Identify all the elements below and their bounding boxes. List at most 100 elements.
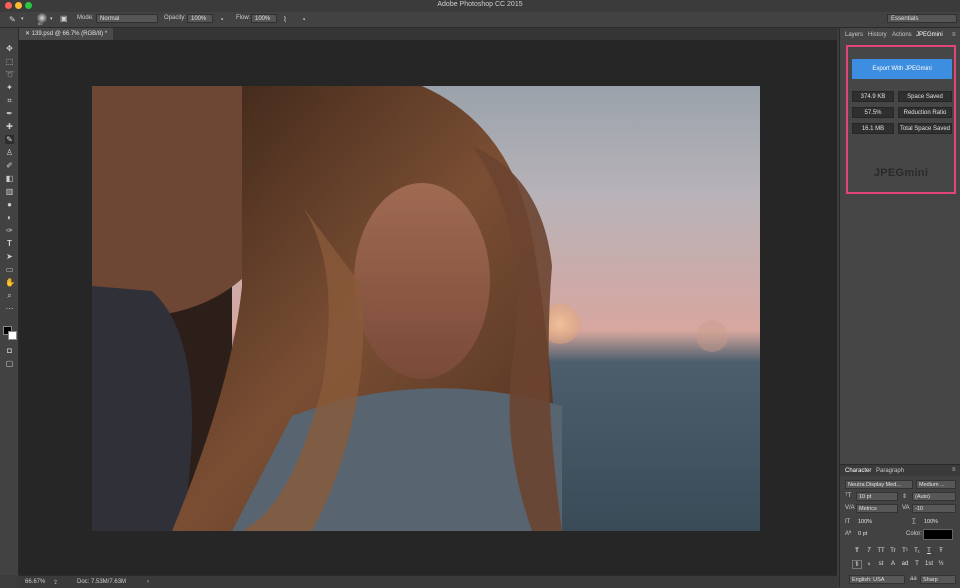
- ligatures-button[interactable]: fi: [852, 560, 862, 569]
- tab-character[interactable]: Character: [845, 468, 871, 474]
- faux-italic-button[interactable]: T: [864, 547, 874, 556]
- font-style-select[interactable]: Medium ...: [916, 480, 956, 489]
- move-tool-icon[interactable]: ✥: [5, 44, 14, 53]
- zoom-level[interactable]: 66.67%: [25, 579, 45, 585]
- kerning-icon: V/A: [845, 505, 855, 511]
- options-bar: ✎ ▾ 60 ▾ ▣ Mode: Normal Opacity: 100% ◔ …: [0, 12, 960, 28]
- hand-tool-icon[interactable]: ✋: [5, 278, 15, 287]
- pressure-size-icon[interactable]: ◔: [301, 15, 306, 24]
- leading-icon: ⇕: [902, 494, 908, 500]
- document-tab-bar: ✕ 139.psd @ 66.7% (RGB/8) *: [19, 28, 837, 40]
- window-title: Adobe Photoshop CC 2015: [437, 1, 523, 8]
- opacity-field[interactable]: 100%: [187, 14, 213, 23]
- status-menu-arrow-icon[interactable]: ›: [147, 579, 149, 585]
- horizontal-scale-value: 100%: [924, 519, 939, 525]
- path-selection-tool-icon[interactable]: ➤: [5, 252, 14, 261]
- all-caps-button[interactable]: TT: [876, 547, 886, 556]
- clone-stamp-tool-icon[interactable]: ♙: [5, 148, 14, 157]
- kerning-field[interactable]: Metrics: [856, 504, 898, 513]
- jpegmini-logo: JPEGmini: [873, 167, 929, 179]
- airbrush-icon[interactable]: ⌇: [283, 15, 287, 24]
- workspace-value: Essentials: [891, 16, 919, 22]
- contextual-alternates-button[interactable]: ℴ: [864, 560, 874, 569]
- dodge-tool-icon[interactable]: ◐: [5, 213, 14, 222]
- tool-preset-dropdown-icon[interactable]: ▾: [21, 15, 24, 24]
- underline-button[interactable]: T: [924, 547, 934, 556]
- lasso-tool-icon[interactable]: ➰: [5, 70, 15, 79]
- leading-field[interactable]: (Auto): [912, 492, 956, 501]
- language-select[interactable]: English: USA: [849, 575, 905, 584]
- brush-tool-icon-active[interactable]: ✎: [5, 135, 14, 144]
- brush-preset-dropdown-icon[interactable]: ▾: [50, 15, 53, 24]
- tab-history[interactable]: History: [868, 32, 887, 38]
- text-color-swatch[interactable]: [923, 529, 953, 540]
- right-panel: Layers History Actions JPEGmini ≡ Export…: [839, 28, 960, 588]
- panel-menu-icon[interactable]: ≡: [952, 32, 956, 38]
- screen-mode-icon[interactable]: ▢: [5, 359, 14, 368]
- subscript-button[interactable]: T₁: [912, 547, 922, 556]
- workspace-select[interactable]: Essentials: [887, 14, 957, 23]
- font-family-select[interactable]: Neutra Display Med...: [845, 480, 913, 489]
- type-tool-icon[interactable]: T: [5, 239, 14, 248]
- pressure-opacity-icon[interactable]: ◔: [219, 15, 224, 24]
- flow-field[interactable]: 100%: [251, 14, 277, 23]
- stylistic-alternates-button[interactable]: ad: [900, 560, 910, 569]
- tab-actions[interactable]: Actions: [892, 32, 912, 38]
- blur-tool-icon[interactable]: ●: [5, 200, 14, 209]
- tracking-icon: VA: [902, 505, 910, 511]
- healing-brush-tool-icon[interactable]: ✚: [5, 122, 14, 131]
- font-family-value: Neutra Display Med...: [848, 482, 901, 488]
- eyedropper-tool-icon[interactable]: ✒: [5, 109, 14, 118]
- history-brush-tool-icon[interactable]: ✐: [5, 161, 14, 170]
- language-value: English: USA: [852, 577, 885, 583]
- eraser-tool-icon[interactable]: ◧: [5, 174, 14, 183]
- swash-button[interactable]: A: [888, 560, 898, 569]
- horizontal-scale-field[interactable]: 100%: [922, 518, 956, 527]
- small-caps-button[interactable]: Tr: [888, 547, 898, 556]
- share-icon[interactable]: ⇪: [53, 579, 58, 586]
- tab-layers[interactable]: Layers: [845, 32, 863, 38]
- reduction-ratio-label: Reduction Ratio: [898, 107, 952, 118]
- marquee-tool-icon[interactable]: ⬚: [5, 57, 14, 66]
- document-tab[interactable]: ✕ 139.psd @ 66.7% (RGB/8) *: [19, 28, 114, 40]
- rectangle-tool-icon[interactable]: ▭: [5, 265, 14, 274]
- gradient-tool-icon[interactable]: ▥: [5, 187, 14, 196]
- pen-tool-icon[interactable]: ✑: [5, 226, 14, 235]
- strikethrough-button[interactable]: Ŧ: [936, 547, 946, 556]
- close-tab-icon[interactable]: ✕: [25, 31, 32, 37]
- superscript-button[interactable]: T¹: [900, 547, 910, 556]
- quick-selection-tool-icon[interactable]: ✦: [5, 83, 14, 92]
- brush-tool-icon[interactable]: ✎: [9, 15, 16, 24]
- fractions-button[interactable]: ½: [936, 560, 946, 569]
- font-size-field[interactable]: 10 pt: [856, 492, 898, 501]
- tracking-field[interactable]: -10: [912, 504, 956, 513]
- tab-jpegmini[interactable]: JPEGmini: [916, 32, 943, 38]
- type-style-buttons: T T TT Tr T¹ T₁ T Ŧ: [852, 547, 960, 556]
- tab-paragraph[interactable]: Paragraph: [876, 468, 904, 474]
- document-tab-label: 139.psd @ 66.7% (RGB/8) *: [31, 31, 108, 37]
- ordinals-button[interactable]: 1st: [924, 560, 934, 569]
- font-size-value: 10 pt: [859, 494, 872, 500]
- baseline-shift-value: 0 pt: [858, 531, 868, 537]
- crop-tool-icon[interactable]: ⌗: [5, 96, 14, 105]
- export-with-jpegmini-button[interactable]: Export With JPEGmini: [852, 59, 952, 79]
- zoom-tool-icon[interactable]: ⌕: [5, 291, 14, 300]
- background-color-swatch[interactable]: [8, 331, 17, 340]
- character-panel-menu-icon[interactable]: ≡: [952, 467, 956, 473]
- character-panel: Character Paragraph ≡ Neutra Display Med…: [840, 464, 960, 588]
- discretionary-ligatures-button[interactable]: st: [876, 560, 886, 569]
- faux-bold-button[interactable]: T: [852, 547, 862, 556]
- antialias-select[interactable]: Sharp: [920, 575, 956, 584]
- leading-value: (Auto): [915, 494, 930, 500]
- antialias-value: Sharp: [923, 577, 938, 583]
- vertical-scale-field[interactable]: 100%: [856, 518, 898, 527]
- baseline-shift-icon: Aª: [845, 531, 852, 537]
- baseline-shift-field[interactable]: 0 pt: [856, 530, 898, 539]
- quick-mask-icon[interactable]: ◘: [5, 346, 14, 355]
- brush-panel-toggle-icon[interactable]: ▣: [60, 14, 68, 23]
- titling-alternates-button[interactable]: T: [912, 560, 922, 569]
- doc-info: Doc: 7.53M/7.63M: [77, 579, 127, 585]
- canvas-area[interactable]: [19, 40, 837, 575]
- mode-select[interactable]: Normal: [96, 14, 158, 23]
- more-tools-icon[interactable]: ⋯: [5, 304, 14, 313]
